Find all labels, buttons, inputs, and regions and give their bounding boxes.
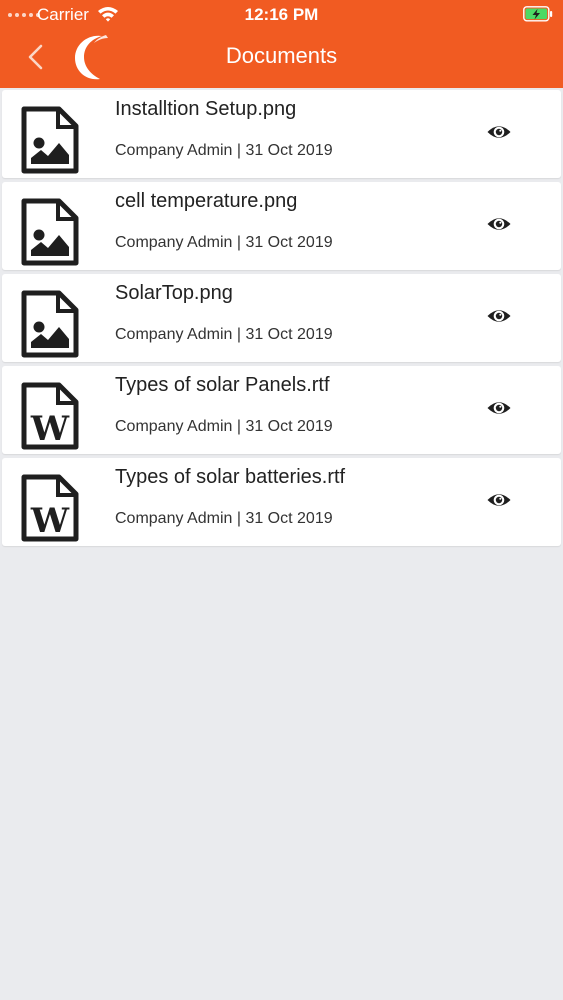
document-name: cell temperature.png <box>115 190 298 212</box>
word-file-icon: W <box>21 382 79 450</box>
eye-icon[interactable] <box>486 490 512 510</box>
image-file-icon <box>21 106 79 174</box>
svg-text:W: W <box>30 501 70 541</box>
svg-text:W: W <box>30 409 70 449</box>
document-row[interactable]: W Types of solar batteries.rtf Company A… <box>2 458 561 546</box>
navigation-bar: Documents <box>0 28 563 88</box>
document-name: Types of solar Panels.rtf <box>115 374 330 396</box>
word-file-icon: W <box>21 474 79 542</box>
image-file-icon <box>21 290 79 358</box>
app-header: Carrier 12:16 PM Documents <box>0 0 563 88</box>
document-name: Installtion Setup.png <box>115 98 297 120</box>
document-name: SolarTop.png <box>115 282 233 304</box>
page-title: Documents <box>225 43 338 68</box>
eye-icon[interactable] <box>486 122 512 142</box>
document-meta: Company Admin | 31 Oct 2019 <box>115 510 333 527</box>
document-row[interactable]: cell temperature.png Company Admin | 31 … <box>2 182 561 270</box>
document-name: Types of solar batteries.rtf <box>115 466 346 488</box>
image-file-icon <box>21 198 79 266</box>
eye-icon[interactable] <box>486 306 512 326</box>
eye-icon[interactable] <box>486 398 512 418</box>
document-meta: Company Admin | 31 Oct 2019 <box>115 418 333 435</box>
document-row[interactable]: SolarTop.png Company Admin | 31 Oct 2019 <box>2 274 561 362</box>
battery-charging-icon <box>523 6 553 22</box>
document-meta: Company Admin | 31 Oct 2019 <box>115 234 333 251</box>
document-row[interactable]: Installtion Setup.png Company Admin | 31… <box>2 90 561 178</box>
status-bar: Carrier 12:16 PM <box>0 0 563 28</box>
document-row[interactable]: W Types of solar Panels.rtf Company Admi… <box>2 366 561 454</box>
document-meta: Company Admin | 31 Oct 2019 <box>115 142 333 159</box>
document-meta: Company Admin | 31 Oct 2019 <box>115 326 333 343</box>
status-time: 12:16 PM <box>244 5 319 24</box>
eye-icon[interactable] <box>486 214 512 234</box>
documents-list: Installtion Setup.png Company Admin | 31… <box>2 90 561 550</box>
